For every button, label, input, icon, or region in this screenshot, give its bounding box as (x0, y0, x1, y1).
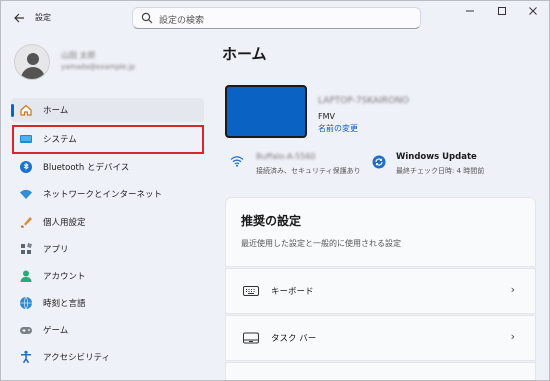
home-icon (20, 104, 32, 116)
user-name: 山田 太郎 (61, 51, 96, 60)
sidebar-item-time-language[interactable]: 時刻と言語 (11, 291, 204, 315)
sidebar-item-gaming[interactable]: ゲーム (11, 318, 204, 342)
sidebar-label: ホーム (43, 106, 69, 116)
sidebar-item-personalization[interactable]: 個人用設定 (11, 210, 204, 234)
network-icon (20, 189, 32, 199)
search-icon (141, 12, 153, 24)
sidebar-label: 個人用設定 (43, 218, 86, 228)
sidebar-label: ゲーム (43, 326, 69, 336)
chevron-right-icon: › (510, 330, 515, 343)
search-placeholder: 設定の検索 (159, 16, 205, 26)
title-bar: 設定 設定の検索 (1, 1, 549, 35)
recommended-item-label: タスク バー (271, 334, 317, 344)
bluetooth-icon (20, 161, 32, 173)
sidebar-item-home[interactable]: ホーム (11, 98, 204, 122)
keyboard-icon (243, 286, 259, 296)
close-icon (529, 7, 537, 15)
active-indicator (11, 104, 14, 117)
page-title: ホーム (222, 45, 267, 63)
personalization-icon (21, 217, 32, 228)
recommended-item-taskbar[interactable]: タスク バー › (225, 315, 536, 361)
user-avatar[interactable] (14, 44, 50, 80)
search-box[interactable]: 設定の検索 (132, 7, 421, 29)
recommended-item-partial[interactable] (225, 362, 536, 380)
maximize-icon (498, 7, 506, 15)
sidebar-item-bluetooth[interactable]: Bluetooth とデバイス (11, 155, 204, 179)
sidebar-item-accessibility[interactable]: アクセシビリティ (11, 345, 204, 369)
sidebar-item-apps[interactable]: アプリ (11, 237, 204, 261)
account-icon (20, 270, 32, 282)
recommended-settings-title: 推奨の設定 (241, 214, 302, 228)
gaming-icon (20, 327, 32, 334)
windows-update-icon (372, 155, 386, 169)
apps-icon (21, 243, 32, 254)
recommended-item-label: キーボード (271, 287, 314, 297)
device-image (225, 85, 307, 138)
windows-update-title[interactable]: Windows Update (396, 152, 477, 162)
sidebar-item-network[interactable]: ネットワークとインターネット (11, 182, 204, 206)
taskbar-icon (243, 332, 259, 344)
sidebar-label: 時刻と言語 (43, 299, 86, 309)
sidebar-label: Bluetooth とデバイス (43, 163, 130, 173)
chevron-right-icon: › (510, 283, 515, 296)
recommended-settings-subtitle: 最近使用した設定と一般的に使用される設定 (241, 239, 401, 248)
wifi-icon (230, 156, 244, 167)
recommended-item-keyboard[interactable]: キーボード › (225, 268, 536, 314)
minimize-icon (466, 10, 474, 12)
sidebar-label: アプリ (43, 245, 69, 255)
network-status: 接続済み、セキュリティ保護あり (256, 167, 361, 175)
network-name[interactable]: Buffalo-A-5560 (256, 152, 316, 161)
close-button[interactable] (523, 6, 543, 20)
system-highlight-box (12, 125, 204, 154)
device-name: LAPTOP-7SKAIRONO (318, 96, 410, 106)
device-model: FMV (318, 112, 335, 121)
back-button[interactable] (11, 10, 27, 26)
recommended-settings-card (225, 197, 536, 267)
app-title: 設定 (35, 13, 51, 22)
user-email: yamada@example.jp (61, 63, 136, 71)
sidebar-label: アカウント (43, 272, 86, 282)
sidebar-item-accounts[interactable]: アカウント (11, 264, 204, 288)
minimize-button[interactable] (460, 6, 480, 20)
sidebar-label: ネットワークとインターネット (43, 190, 163, 200)
rename-link[interactable]: 名前の変更 (318, 123, 358, 134)
sidebar-label: アクセシビリティ (43, 353, 111, 363)
settings-window: 設定 設定の検索 山田 太郎 yamada@example.jp ホーム システ… (0, 0, 550, 381)
maximize-button[interactable] (492, 6, 512, 20)
time-language-icon (20, 296, 32, 310)
accessibility-icon (21, 350, 31, 364)
windows-update-status: 最終チェック日時: 4 時間前 (396, 167, 485, 175)
back-arrow-icon (14, 13, 24, 23)
